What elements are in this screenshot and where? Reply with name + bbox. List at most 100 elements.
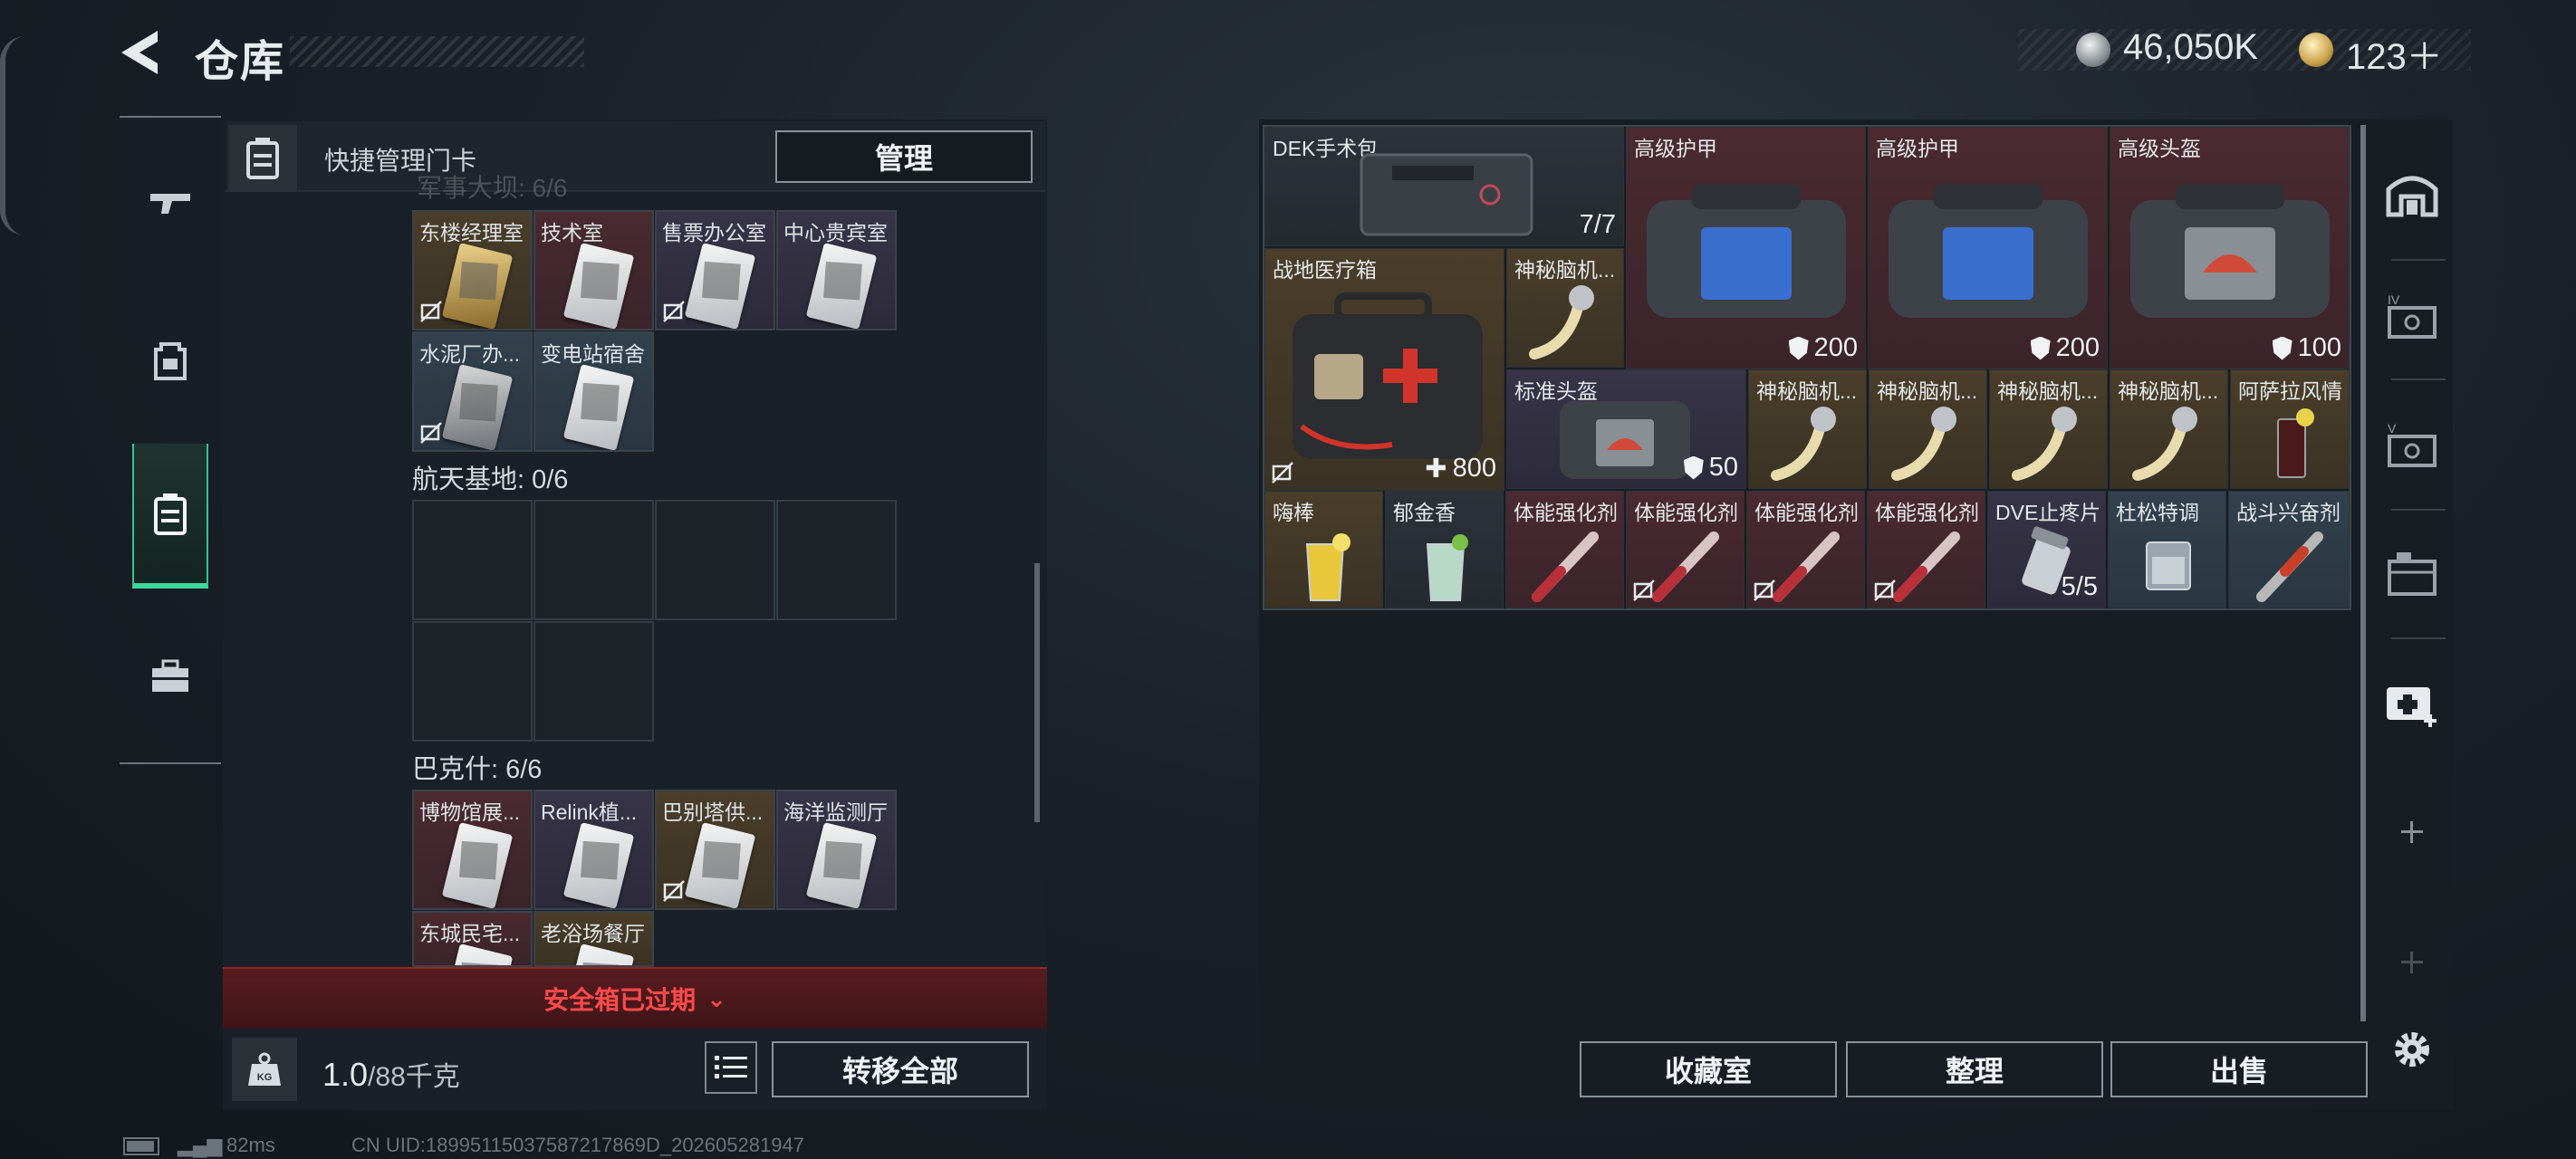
sell-button[interactable]: 出售 [2110, 1041, 2368, 1097]
stash-item[interactable]: 郁金香 [1385, 491, 1504, 608]
settings-button[interactable] [2380, 1018, 2444, 1081]
keycard-image [805, 242, 878, 329]
keycard-slot[interactable]: 水泥厂办... [412, 331, 533, 452]
stash-item[interactable]: 体能强化剂 [1746, 491, 1865, 608]
empty-keycard-slot[interactable] [655, 500, 775, 620]
keycard-panel-scrollbar[interactable] [1034, 563, 1040, 822]
unbound-icon [1754, 580, 1775, 601]
stash-item[interactable]: 神秘脑机... [1748, 369, 1867, 489]
weight-icon-box: KG [232, 1038, 297, 1101]
manage-button[interactable]: 管理 [775, 130, 1033, 183]
keycard-slot[interactable]: 东城民宅... [412, 911, 533, 967]
tab-separator [2391, 378, 2446, 380]
stash-item[interactable]: 战地医疗箱 ✚ 800 [1264, 248, 1504, 491]
keycard-slot[interactable]: 变电站宿舍 [533, 331, 654, 452]
item-charges: ✚ 800 [1425, 453, 1496, 484]
empty-keycard-slot[interactable] [412, 500, 533, 620]
sort-button[interactable]: 整理 [1846, 1041, 2103, 1097]
stash-item[interactable]: 战斗兴奋剂 [2228, 491, 2350, 608]
weight-unit: /88千克 [368, 1062, 460, 1092]
empty-keycard-slot[interactable] [412, 621, 533, 742]
storage-box-icon: V [2388, 421, 2437, 467]
section-label-bakhsh: 巴克什: 6/6 [412, 755, 543, 784]
syringe-icon [1893, 532, 1960, 602]
stash-tab-5[interactable]: V [2380, 413, 2444, 476]
stash-tab-6[interactable] [2380, 541, 2444, 605]
keycard-slot[interactable]: 巴别塔供... [655, 790, 775, 910]
item-label: 体能强化剂 [1634, 501, 1738, 524]
item-label: 神秘脑机... [2118, 379, 2219, 403]
stash-item[interactable]: 神秘脑机... [1989, 369, 2108, 489]
shield-icon [2272, 336, 2292, 360]
keycard-label: 博物馆展... [419, 800, 521, 824]
keycard-slot[interactable]: 海洋监测厅 [776, 790, 897, 910]
stash-item[interactable]: 阿萨拉风情 [2230, 369, 2350, 489]
stash-item[interactable]: 高级头盔 100 [2110, 127, 2350, 369]
stash-item[interactable]: DVE止疼片 5/5 [1987, 491, 2106, 608]
nav-keycards[interactable] [132, 444, 208, 589]
empty-keycard-slot[interactable] [776, 500, 897, 620]
stash-item[interactable]: 杜松特调 [2108, 491, 2226, 608]
keycard-slot[interactable]: 售票办公室 [655, 210, 775, 330]
stash-item[interactable]: 嗨棒 [1264, 491, 1383, 608]
nav-weapons[interactable] [132, 130, 208, 275]
gold-currency-value[interactable]: 123＋ [2346, 27, 2443, 80]
stash-scrollbar[interactable] [2360, 125, 2366, 1021]
keycard-label: 海洋监测厅 [783, 800, 888, 824]
item-count: 7/7 [1579, 210, 1616, 239]
helmet-bag-icon [1560, 401, 1690, 479]
stash-item[interactable]: 体能强化剂 [1505, 491, 1624, 608]
nav-equipment[interactable] [132, 288, 208, 433]
item-durability: 50 [1683, 453, 1738, 483]
empty-keycard-slot[interactable] [533, 621, 654, 742]
stash-tab-home[interactable] [2380, 161, 2444, 225]
keycard-slot[interactable]: 中心贵宾室 [776, 210, 897, 330]
stash-item[interactable]: 体能强化剂 [1867, 491, 1985, 608]
stash-item[interactable]: 神秘脑机... [1869, 369, 1987, 489]
stash-item[interactable]: 体能强化剂 [1626, 491, 1745, 608]
stash-item[interactable]: DEK手术包 7/7 [1264, 127, 1624, 246]
syringe-icon [1532, 532, 1599, 602]
keycard-slot[interactable]: 老浴场餐厅 [533, 911, 654, 967]
unbound-icon [663, 301, 685, 322]
item-label: 郁金香 [1393, 501, 1456, 524]
stash-item[interactable]: 神秘脑机... [1506, 248, 1624, 368]
unbound-icon [1874, 580, 1896, 601]
item-durability: 100 [2272, 333, 2341, 363]
keycard-slot[interactable]: 博物馆展... [412, 790, 533, 910]
keycard-holder-icon [246, 138, 279, 179]
keycard-image [441, 363, 514, 450]
kg-weight-icon: KG [248, 1052, 281, 1086]
silver-currency-value[interactable]: 46,050K [2123, 27, 2258, 68]
item-label: 神秘脑机... [1514, 258, 1616, 282]
collection-room-button[interactable]: 收藏室 [1580, 1041, 1837, 1097]
keycard-label: 水泥厂办... [419, 342, 521, 366]
back-button[interactable] [118, 27, 163, 78]
stash-tab-4[interactable]: IV [2380, 284, 2444, 348]
stash-item[interactable]: 高级护甲 200 [1868, 127, 2108, 369]
stash-item[interactable]: 高级护甲 200 [1626, 127, 1866, 369]
add-medical-storage-button[interactable] [2380, 670, 2444, 733]
keycard-image [562, 242, 635, 329]
stash-item[interactable]: 神秘脑机... [2110, 369, 2228, 489]
user-uid: CN UID:18995115037587217869D_20260528194… [351, 1134, 804, 1156]
keycard-slot[interactable]: 东楼经理室 [412, 210, 533, 330]
add-stash-button-disabled[interactable] [2380, 931, 2444, 994]
list-view-button[interactable] [705, 1041, 757, 1094]
safe-box-expired-banner[interactable]: 安全箱已过期 ⌄ [223, 967, 1047, 1029]
empty-keycard-slot[interactable] [533, 500, 654, 620]
keycard-slot[interactable]: Relink植... [533, 790, 654, 910]
item-label: 杜松特调 [2116, 501, 2199, 524]
durability-value: 100 [2297, 333, 2341, 362]
keycard-slot[interactable]: 技术室 [533, 210, 654, 330]
section-label-aerospace: 航天基地: 0/6 [412, 465, 569, 494]
chevron-down-icon: ⌄ [706, 984, 726, 1012]
keycard-label: 东城民宅... [419, 922, 521, 945]
carry-weight: 1.0/88千克 [322, 1054, 460, 1094]
transfer-all-button[interactable]: 转移全部 [772, 1041, 1029, 1097]
stash-item[interactable]: 标准头盔 50 [1506, 369, 1746, 489]
nav-toolbox[interactable] [132, 603, 208, 748]
item-label: 神秘脑机... [1756, 379, 1858, 403]
gold-coin-icon [2299, 33, 2333, 67]
add-stash-button[interactable] [2380, 800, 2444, 864]
